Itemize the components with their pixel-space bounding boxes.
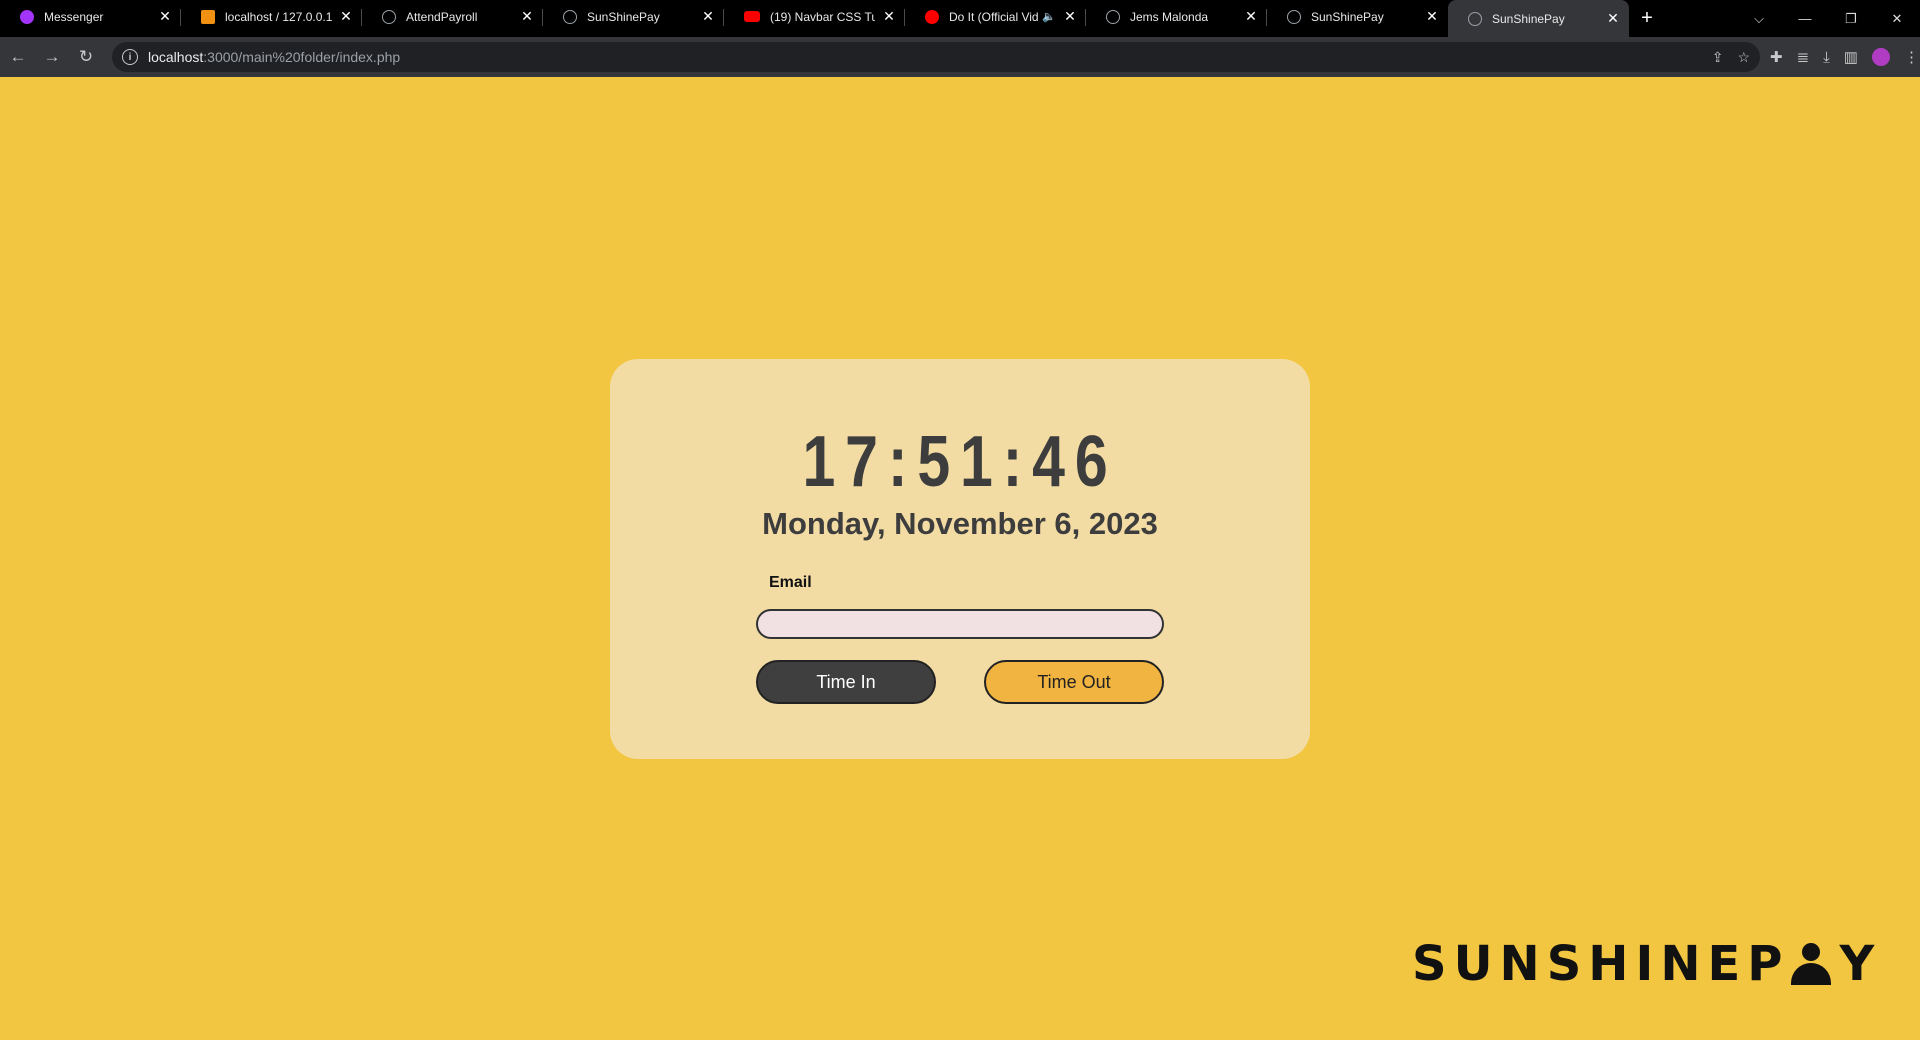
person-icon	[1789, 943, 1833, 985]
tab-messenger[interactable]: Messenger ✕	[0, 0, 181, 33]
tab-title: localhost / 127.0.0.1 /	[225, 9, 332, 24]
youtube-icon	[744, 11, 760, 22]
tab-title: Jems Malonda	[1130, 9, 1209, 24]
time-in-button[interactable]: Time In	[756, 660, 936, 704]
extensions-icon[interactable]: ✚	[1770, 48, 1783, 66]
profile-avatar[interactable]	[1871, 48, 1890, 66]
digital-clock: 17:51:46	[802, 422, 1118, 502]
tab-search-chevron-icon[interactable]: ⌵	[1736, 11, 1782, 27]
tab-attendpayroll[interactable]: AttendPayroll ✕	[362, 0, 543, 33]
url-host: localhost	[148, 49, 204, 65]
tab-phpmyadmin[interactable]: localhost / 127.0.0.1 / ✕	[181, 0, 362, 33]
tab-youtube-navbar[interactable]: (19) Navbar CSS Tuto ✕	[724, 0, 905, 33]
time-out-button[interactable]: Time Out	[984, 660, 1164, 704]
omnibox-actions: ⇪ ☆	[1712, 49, 1750, 66]
window-close-icon[interactable]: ✕	[1874, 11, 1920, 27]
close-icon[interactable]: ✕	[157, 8, 173, 25]
logo-text-suffix: Y	[1839, 936, 1882, 992]
phpmyadmin-icon	[201, 9, 215, 24]
toolbar-icons: ✚ ≣ ⤓ ▥ ⋮	[1770, 48, 1919, 66]
address-bar[interactable]: i localhost:3000/main%20folder/index.php…	[112, 42, 1760, 72]
tab-sunshinepay-2[interactable]: SunShinePay ✕	[1267, 0, 1448, 33]
close-icon[interactable]: ✕	[1424, 8, 1440, 25]
forward-icon[interactable]: →	[36, 41, 68, 73]
close-icon[interactable]: ✕	[1062, 8, 1078, 25]
tab-jems-malonda[interactable]: Jems Malonda ✕	[1086, 0, 1267, 33]
close-icon[interactable]: ✕	[700, 8, 716, 25]
globe-icon	[1468, 11, 1482, 26]
tab-title: SunShinePay	[1492, 11, 1565, 26]
restore-icon[interactable]: ❐	[1828, 11, 1874, 27]
back-icon[interactable]: ←	[2, 41, 34, 73]
email-input[interactable]	[756, 609, 1164, 639]
globe-icon	[563, 9, 577, 24]
minimize-icon[interactable]: —	[1782, 11, 1828, 26]
page-body: 17:51:46 Monday, November 6, 2023 Email …	[0, 77, 1920, 1040]
tab-title: SunShinePay	[587, 9, 660, 24]
close-icon[interactable]: ✕	[338, 8, 354, 25]
browser-toolbar: ← → ↻ i localhost:3000/main%20folder/ind…	[0, 37, 1920, 77]
close-icon[interactable]: ✕	[519, 8, 535, 25]
download-icon[interactable]: ⤓	[1823, 49, 1830, 66]
side-panel-icon[interactable]: ▥	[1844, 48, 1858, 66]
attendance-card: 17:51:46 Monday, November 6, 2023 Email …	[610, 359, 1310, 759]
share-icon[interactable]: ⇪	[1712, 49, 1724, 66]
youtube-music-icon	[925, 9, 939, 24]
bookmark-star-icon[interactable]: ☆	[1737, 49, 1750, 66]
url-path: :3000/main%20folder/index.php	[203, 49, 401, 65]
logo-text-prefix: SUNSHINEP	[1412, 936, 1790, 992]
speaker-icon[interactable]: 🔈	[1042, 10, 1056, 23]
tab-title: Messenger	[44, 9, 104, 24]
close-icon[interactable]: ✕	[1243, 8, 1259, 25]
site-info-icon[interactable]: i	[122, 49, 138, 65]
window-controls: ⌵ — ❐ ✕	[1736, 0, 1920, 37]
menu-icon[interactable]: ⋮	[1904, 48, 1919, 66]
tab-do-it[interactable]: Do It (Official Vid 🔈 ✕	[905, 0, 1086, 33]
close-icon[interactable]: ✕	[881, 8, 897, 25]
tab-title: Do It (Official Vid	[949, 9, 1039, 24]
messenger-icon	[20, 9, 34, 24]
reload-icon[interactable]: ↻	[70, 41, 102, 73]
tab-title: AttendPayroll	[406, 9, 478, 24]
email-label: Email	[769, 574, 812, 591]
tab-title: SunShinePay	[1311, 9, 1384, 24]
globe-icon	[1106, 9, 1120, 24]
sunshinepay-logo: SUNSHINEP Y	[1412, 936, 1881, 992]
tab-sunshinepay-1[interactable]: SunShinePay ✕	[543, 0, 724, 33]
url-text[interactable]: localhost:3000/main%20folder/index.php	[148, 49, 400, 65]
tab-sunshinepay-active[interactable]: SunShinePay ✕	[1448, 0, 1629, 37]
globe-icon	[382, 9, 396, 24]
globe-icon	[1287, 9, 1301, 24]
current-date: Monday, November 6, 2023	[762, 506, 1158, 541]
browser-tab-strip: Messenger ✕ localhost / 127.0.0.1 / ✕ At…	[0, 0, 1920, 37]
close-icon[interactable]: ✕	[1605, 10, 1621, 27]
new-tab-button[interactable]: +	[1629, 0, 1665, 37]
tab-title: (19) Navbar CSS Tuto	[770, 9, 875, 24]
media-control-icon[interactable]: ≣	[1797, 48, 1810, 66]
